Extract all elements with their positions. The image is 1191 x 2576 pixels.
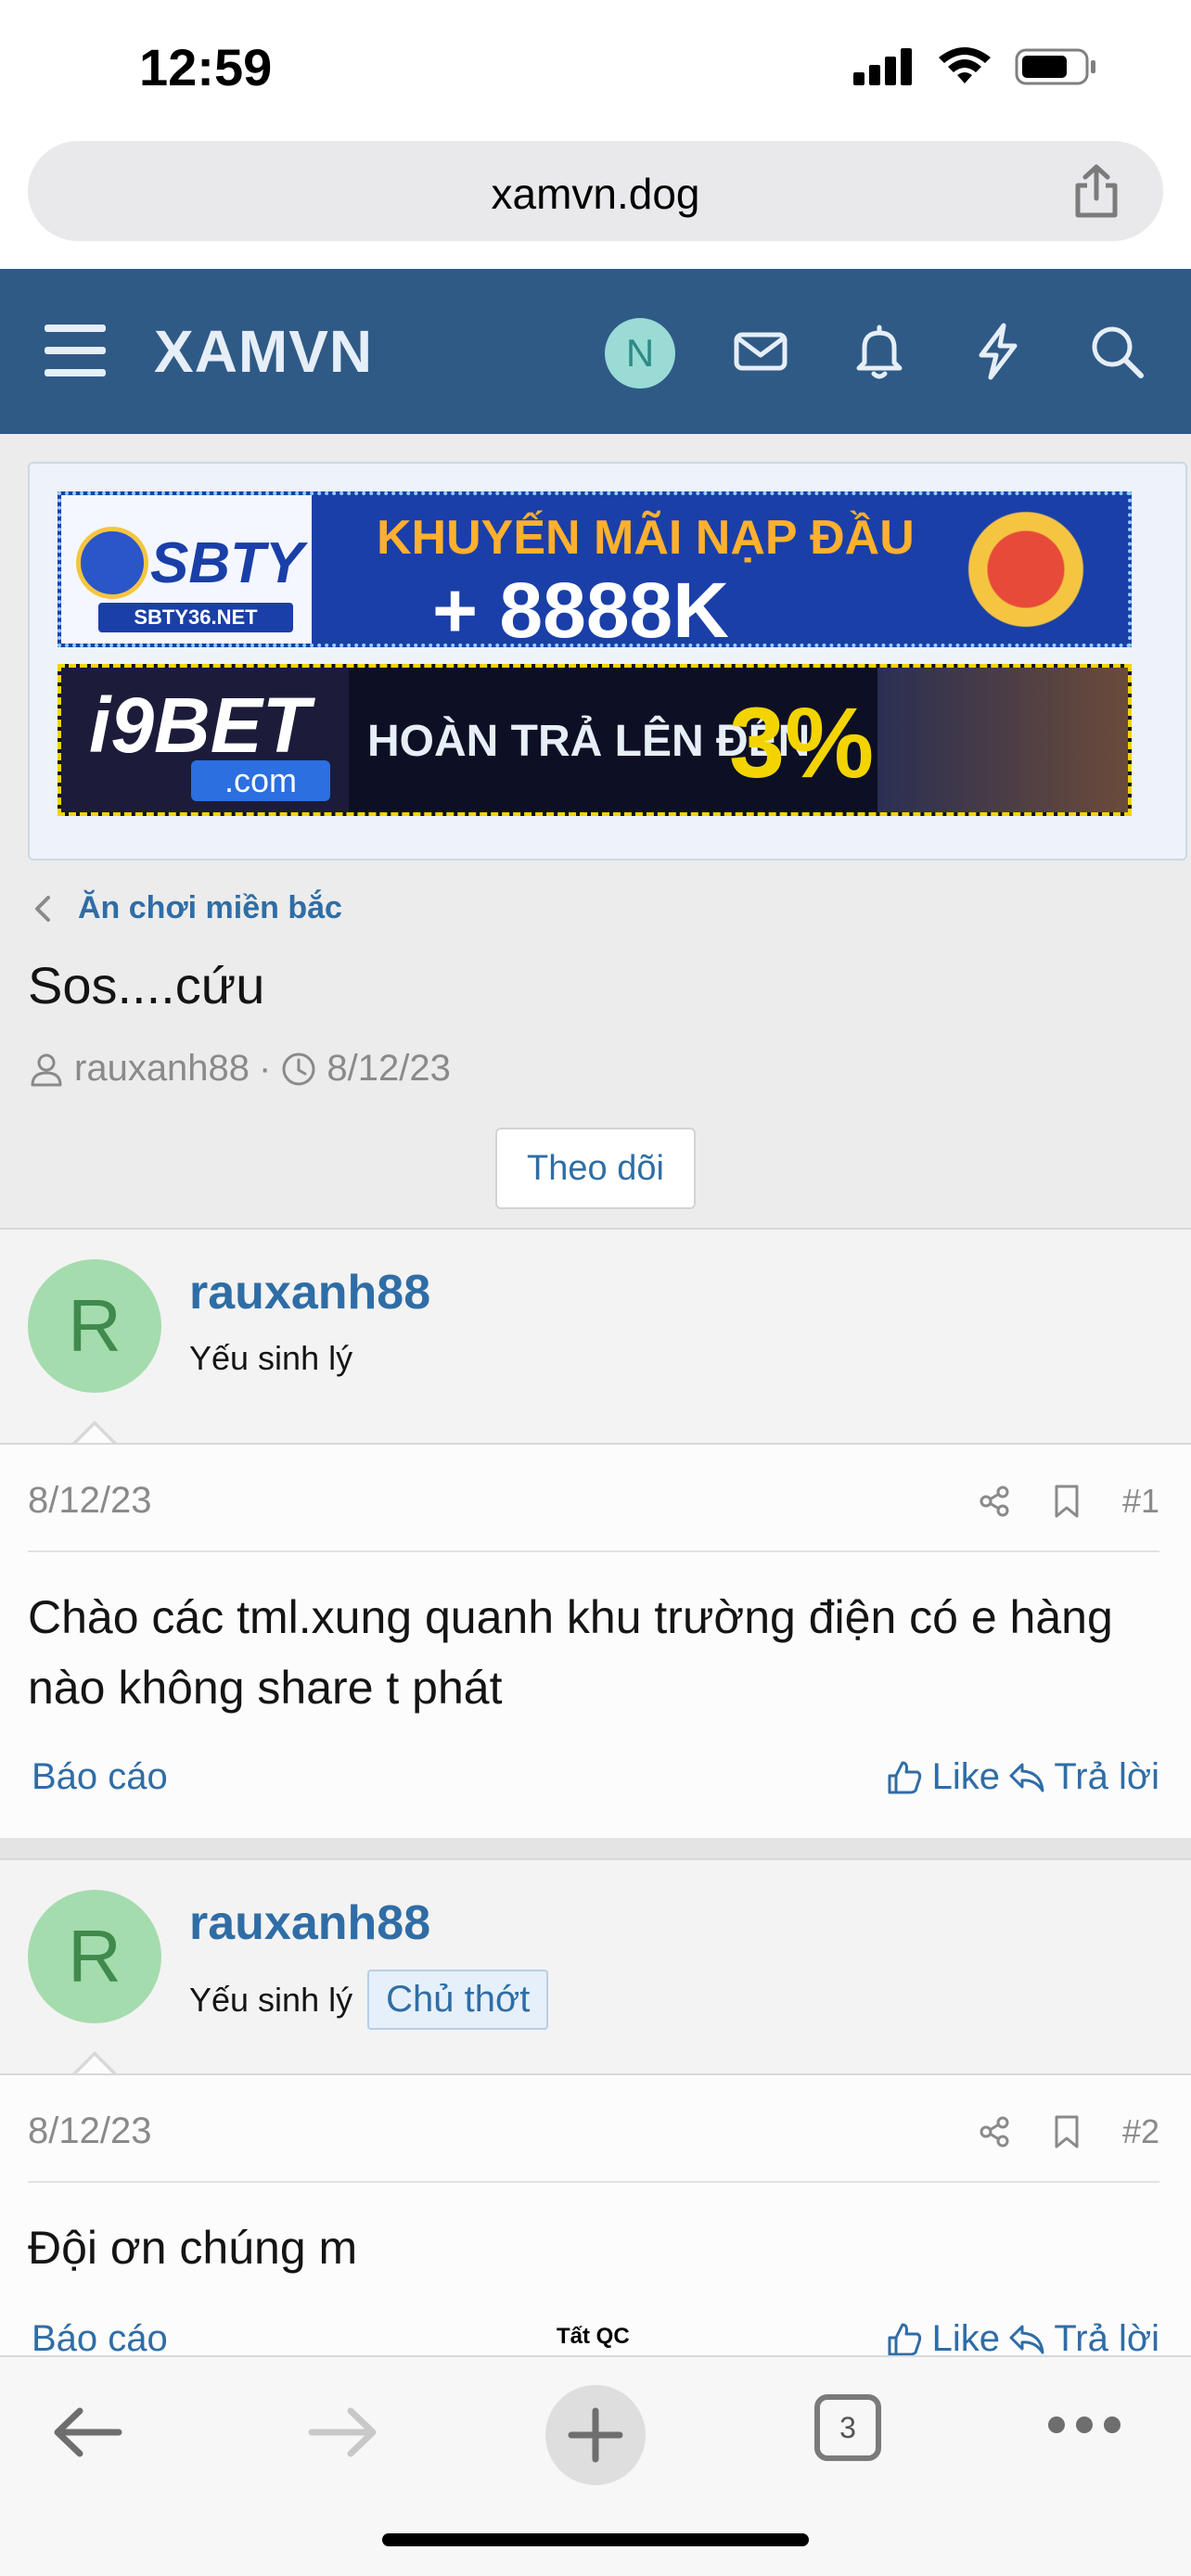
- bookmark-icon[interactable]: [1052, 2114, 1082, 2149]
- inbox-icon[interactable]: [729, 320, 792, 383]
- bell-icon[interactable]: [848, 320, 911, 383]
- thumbs-up-icon: [888, 2323, 921, 2355]
- user-rank: Yếu sinh lý: [189, 1339, 353, 1377]
- user-rank: Yếu sinh lý: [189, 1980, 353, 2019]
- chevron-left-icon: [35, 895, 50, 922]
- wifi-icon: [939, 47, 991, 83]
- post-body: 8/12/23 #2 Đội ơn chúng m Báo cáo Like T…: [0, 2073, 1191, 2359]
- url-text: xamvn.dog: [491, 170, 700, 218]
- ad-banner-sbty[interactable]: SBTY SBTY36.NET KHUYẾN MÃI NẠP ĐẦU + 888…: [58, 491, 1132, 647]
- post-divider: [28, 2181, 1159, 2183]
- reply-icon: [1009, 2325, 1044, 2353]
- reply-button[interactable]: Trả lời: [1007, 1756, 1159, 1798]
- ad-banner-box: SBTY SBTY36.NET KHUYẾN MÃI NẠP ĐẦU + 888…: [28, 462, 1187, 861]
- status-bar: 12:59: [0, 0, 1191, 139]
- thread-title: Sos....cứu: [28, 956, 265, 1014]
- post-body: 8/12/23 #1 Chào các tml.xung quanh khu t…: [0, 1443, 1191, 1838]
- page: 12:59 xamvn.dog XAMVN N SBTY SBTY36.NET …: [0, 0, 1191, 2576]
- plus-icon: [568, 2407, 623, 2463]
- breadcrumb[interactable]: Ăn chơi miền bắc: [33, 890, 342, 926]
- address-bar[interactable]: xamvn.dog: [28, 141, 1163, 241]
- i9bet-logo: i9BET .com: [61, 668, 349, 812]
- post-number[interactable]: #1: [1122, 1482, 1159, 1521]
- bolt-icon[interactable]: [967, 320, 1030, 383]
- post-date[interactable]: 8/12/23: [28, 2111, 151, 2152]
- post-number[interactable]: #2: [1122, 2112, 1159, 2151]
- breadcrumb-link[interactable]: Ăn chơi miền bắc: [78, 890, 342, 926]
- user-rank-row: Yếu sinh lý: [189, 1339, 352, 1378]
- sbty-domain: SBTY36.NET: [98, 603, 293, 632]
- menu-icon[interactable]: [45, 325, 106, 376]
- post-tools: #1: [978, 1482, 1159, 1521]
- ad-banner-i9bet[interactable]: i9BET .com HOÀN TRẢ LÊN ĐẾN 3%: [58, 664, 1132, 816]
- like-label: Like: [931, 2318, 1000, 2359]
- username[interactable]: rauxanh88: [189, 1265, 430, 1320]
- report-link[interactable]: Báo cáo: [32, 1756, 168, 1798]
- sbty-brand: SBTY: [150, 531, 304, 595]
- browser-top-bar: xamvn.dog: [0, 121, 1191, 269]
- hide-ads-label[interactable]: Tất QC: [557, 2324, 630, 2350]
- i9bet-brand: i9BET: [89, 682, 311, 769]
- post-user-card: R rauxanh88 Yếu sinh lý: [0, 1228, 1191, 1447]
- user-icon: [31, 1053, 62, 1086]
- ad-artwork: [924, 495, 1128, 644]
- back-arrow-icon[interactable]: [46, 2391, 130, 2474]
- battery-icon: [1015, 48, 1095, 85]
- report-link[interactable]: Báo cáo: [32, 2318, 168, 2360]
- reply-button[interactable]: Trả lời: [1007, 2318, 1159, 2360]
- signal-icon: [853, 48, 912, 85]
- ad-headline: KHUYẾN MÃI NẠP ĐẦU: [377, 511, 915, 565]
- user-avatar[interactable]: N: [605, 318, 675, 389]
- new-tab-button[interactable]: [545, 2385, 646, 2485]
- like-button[interactable]: Like: [886, 2318, 1000, 2360]
- site-logo[interactable]: XAMVN: [154, 317, 373, 386]
- post-text: Đội ơn chúng m: [28, 2222, 358, 2274]
- thumbs-up-icon: [888, 1761, 921, 1793]
- thread-meta: rauxanh88 · 8/12/23: [28, 1048, 451, 1090]
- reply-icon: [1009, 1763, 1044, 1792]
- post-tools: #2: [978, 2112, 1159, 2151]
- more-icon[interactable]: [1048, 2417, 1121, 2433]
- post-user-card: R rauxanh88 Yếu sinh lý Chủ thớt: [0, 1858, 1191, 2077]
- username[interactable]: rauxanh88: [189, 1895, 430, 1951]
- reply-label: Trả lời: [1054, 2318, 1159, 2359]
- ad-amount: + 8888K: [432, 567, 729, 647]
- meta-separator: ·: [259, 1048, 272, 1089]
- clock-icon: [282, 1052, 315, 1085]
- search-icon[interactable]: [1085, 320, 1148, 383]
- thread-author[interactable]: rauxanh88: [74, 1048, 250, 1090]
- user-rank-row: Yếu sinh lý Chủ thớt: [189, 1970, 549, 2030]
- bookmark-icon[interactable]: [1052, 1484, 1082, 1519]
- post-separator: [0, 1838, 1191, 1858]
- share-icon[interactable]: [1067, 161, 1126, 221]
- sbty-logo: SBTY SBTY36.NET: [61, 495, 312, 644]
- i9bet-domain: .com: [191, 760, 330, 801]
- site-header: XAMVN N: [0, 269, 1191, 434]
- seal-icon: [76, 527, 148, 599]
- follow-button[interactable]: Theo dõi: [495, 1128, 696, 1209]
- post-date[interactable]: 8/12/23: [28, 1480, 151, 1522]
- op-badge: Chủ thớt: [367, 1970, 549, 2030]
- reply-label: Trả lời: [1054, 1756, 1159, 1797]
- status-icons: [853, 46, 1098, 87]
- forward-arrow-icon[interactable]: [301, 2391, 384, 2474]
- ad-artwork: [877, 668, 1128, 812]
- post-divider: [28, 1550, 1159, 1552]
- like-button[interactable]: Like: [886, 1756, 1000, 1798]
- ad-percent: 3%: [729, 686, 875, 798]
- like-label: Like: [931, 1756, 1000, 1797]
- status-time: 12:59: [139, 38, 273, 96]
- avatar[interactable]: R: [28, 1259, 161, 1393]
- share-icon[interactable]: [978, 1485, 1011, 1518]
- avatar[interactable]: R: [28, 1890, 161, 2023]
- home-indicator: [382, 2533, 809, 2546]
- thread-date[interactable]: 8/12/23: [327, 1048, 450, 1090]
- post-text: Chào các tml.xung quanh khu trường điện …: [28, 1591, 1113, 1714]
- share-icon[interactable]: [978, 2115, 1011, 2149]
- tabs-button[interactable]: 3: [814, 2394, 881, 2461]
